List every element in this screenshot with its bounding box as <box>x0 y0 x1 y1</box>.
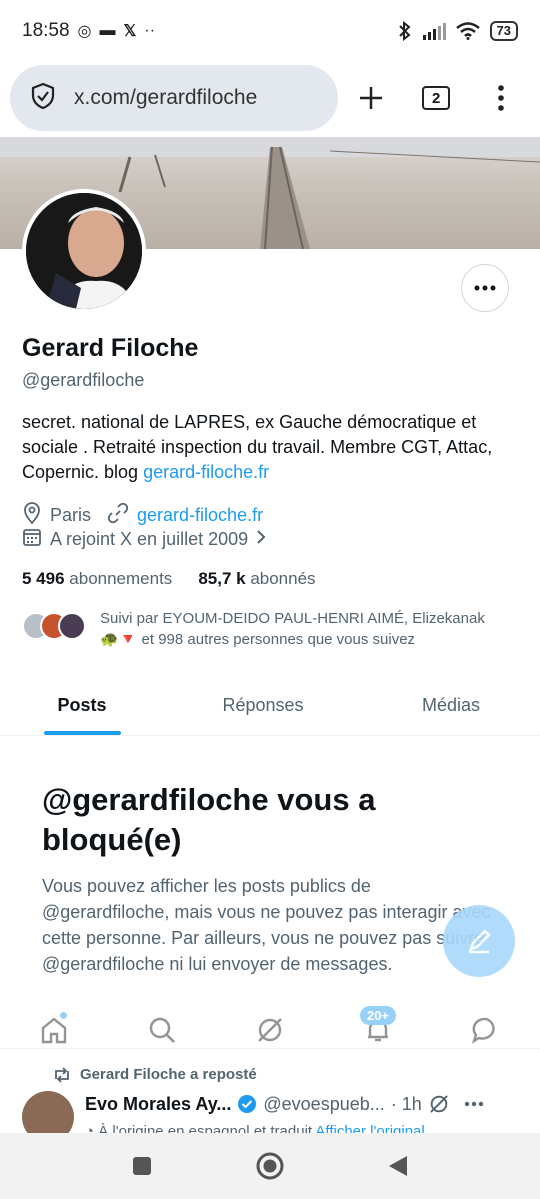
site-security-icon[interactable] <box>30 82 56 115</box>
chat-icon <box>471 1017 495 1044</box>
profile-name: Gerard Filoche <box>22 334 199 362</box>
blocked-message: Vous pouvez afficher les posts publics d… <box>42 876 491 974</box>
profile-joined: A rejoint X en juillet 2009 <box>50 529 249 549</box>
bottom-navigation: 20+ <box>0 1006 540 1050</box>
profile-avatar[interactable] <box>22 189 146 313</box>
repost-icon <box>55 1066 69 1083</box>
status-bar: 18:58 ◎ ▬ 𝕏 ·· 73 <box>0 0 540 62</box>
nav-home[interactable] <box>0 1010 108 1050</box>
x-notification-icon: 𝕏 <box>123 23 137 40</box>
notifications-badge: 20+ <box>359 1006 397 1025</box>
repost-header: Gerard Filoche a reposté <box>52 1066 257 1083</box>
follow-stats: 5 496 abonnements 85,7 k abonnés <box>22 569 316 589</box>
post-author-name[interactable]: Evo Morales Ay... <box>85 1094 231 1115</box>
search-icon <box>149 1017 175 1043</box>
timeline-post[interactable]: Gerard Filoche a reposté Evo Morales Ay.… <box>0 1048 540 1133</box>
compose-icon <box>469 929 491 954</box>
followers-label: abonnés <box>250 569 316 588</box>
post-author-handle[interactable]: @evoespueb... <box>263 1094 384 1115</box>
home-button[interactable] <box>255 1151 285 1181</box>
followed-by-row[interactable]: Suivi par EYOUM-DEIDO PAUL-HENRI AIMÉ, E… <box>22 608 522 650</box>
more-notifications-icon: ·· <box>144 22 156 39</box>
home-unread-dot <box>60 1012 67 1019</box>
tab-switcher-button[interactable]: 2 <box>407 69 464 127</box>
profile-joined-row[interactable]: A rejoint X en juillet 2009 <box>22 527 266 552</box>
grok-icon[interactable] <box>428 1093 450 1115</box>
tab-media[interactable]: Médias <box>390 676 512 734</box>
translate-icon: ◔ <box>85 1123 95 1133</box>
profile-bio: secret. national de LAPRES, ex Gauche dé… <box>22 410 522 485</box>
bio-link[interactable]: gerard-filoche.fr <box>143 462 269 482</box>
profile-tabs: Posts Réponses Médias <box>0 676 540 736</box>
profile-handle: @gerardfiloche <box>22 370 145 390</box>
tab-replies[interactable]: Réponses <box>188 676 338 734</box>
translation-note: ◔ À l'origine en espagnol et traduit Aff… <box>85 1123 425 1133</box>
grok-icon <box>258 1018 282 1042</box>
following-link[interactable]: 5 496 abonnements <box>22 569 172 589</box>
followers-link[interactable]: 85,7 k abonnés <box>198 569 315 589</box>
wifi-icon <box>455 22 480 40</box>
repost-label: Gerard Filoche a reposté <box>80 1066 257 1083</box>
nav-notifications[interactable]: 20+ <box>324 1006 432 1050</box>
nav-search[interactable] <box>108 1010 216 1050</box>
post-author-avatar[interactable] <box>22 1091 74 1133</box>
status-time: 18:58 <box>22 20 70 41</box>
back-button[interactable] <box>387 1154 409 1178</box>
browser-menu-button[interactable] <box>473 69 530 127</box>
show-original-link[interactable]: Afficher l'original <box>315 1123 424 1133</box>
recents-button[interactable] <box>131 1155 153 1177</box>
followers-count: 85,7 k <box>198 569 246 588</box>
calendar-icon <box>22 527 42 552</box>
storage-icon: ▬ <box>99 22 116 39</box>
nav-grok[interactable] <box>216 1010 324 1050</box>
blocked-title: @gerardfiloche vous a bloqué(e) <box>42 782 376 857</box>
follower-avatar <box>58 612 86 640</box>
followed-by-avatars <box>22 612 86 644</box>
profile-location: Paris <box>50 505 92 525</box>
following-label: abonnements <box>69 569 173 588</box>
link-icon <box>107 502 129 529</box>
followed-by-emoji: 🐢🔻 <box>100 631 138 648</box>
post-time: · 1h <box>390 1093 422 1114</box>
following-count: 5 496 <box>22 569 65 588</box>
app-notification-icon: ◎ <box>77 23 92 40</box>
chevron-right-icon <box>256 529 266 550</box>
url-text: x.com/gerardfiloche <box>74 86 258 109</box>
original-note: À l'origine en espagnol et traduit <box>98 1123 313 1133</box>
post-header: Evo Morales Ay... @evoespueb... · 1h <box>85 1093 484 1115</box>
bluetooth-icon <box>398 21 412 41</box>
profile-website[interactable]: gerard-filoche.fr <box>137 505 263 526</box>
verified-badge-icon <box>238 1095 257 1113</box>
profile-more-button[interactable] <box>461 264 509 312</box>
new-tab-button[interactable] <box>342 69 399 127</box>
battery-indicator: 73 <box>489 21 518 41</box>
system-navigation-bar <box>0 1133 540 1199</box>
tab-count: 2 <box>422 86 451 110</box>
compose-post-button[interactable] <box>443 905 515 977</box>
active-tab-indicator <box>44 731 121 735</box>
signal-icon <box>422 22 446 40</box>
profile-meta: Paris gerard-filoche.fr <box>22 502 263 529</box>
address-bar[interactable]: x.com/gerardfiloche <box>10 65 339 131</box>
followed-by-text: Suivi par EYOUM-DEIDO PAUL-HENRI AIMÉ, E… <box>100 608 485 650</box>
location-icon <box>22 502 42 529</box>
tab-posts[interactable]: Posts <box>22 676 142 734</box>
post-more-icon[interactable] <box>464 1101 484 1107</box>
browser-toolbar: x.com/gerardfiloche 2 <box>0 62 540 134</box>
followed-by-line1: Suivi par EYOUM-DEIDO PAUL-HENRI AIMÉ, E… <box>100 610 485 627</box>
home-icon <box>41 1017 67 1044</box>
followed-by-line2: et 998 autres personnes que vous suivez <box>137 631 416 648</box>
nav-messages[interactable] <box>432 1010 540 1050</box>
